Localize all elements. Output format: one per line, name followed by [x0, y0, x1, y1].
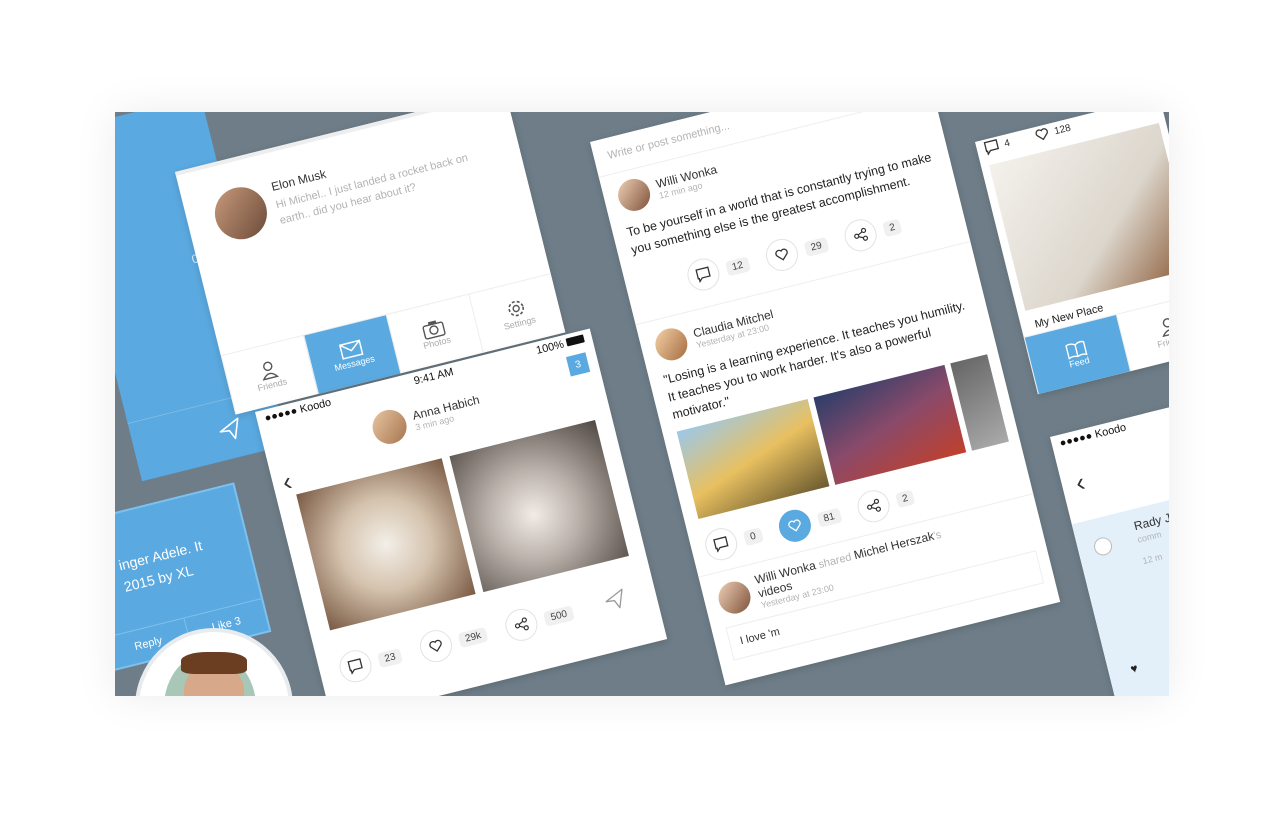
share-suffix: 's	[932, 528, 943, 543]
battery-level: 100%	[534, 338, 566, 357]
send-icon[interactable]	[216, 415, 245, 444]
room-photo[interactable]	[989, 122, 1169, 311]
chat-thread: Rady Ja comm 12 m ♥	[1071, 483, 1169, 696]
send-icon[interactable]	[602, 586, 629, 613]
comment-button[interactable]	[701, 524, 741, 564]
comment-count: 0	[742, 526, 764, 546]
reaction-icon[interactable]	[1092, 535, 1114, 558]
notification-badge[interactable]: 3	[565, 352, 591, 377]
comment-button[interactable]	[683, 255, 723, 294]
heart-icon	[429, 639, 442, 652]
comment-count: 23	[376, 647, 404, 668]
like-button-active[interactable]	[775, 506, 814, 546]
battery-icon	[565, 334, 585, 347]
post-2: Claudia Mitchel Yesterday at 23:00 "Losi…	[651, 255, 1020, 564]
comment-icon	[347, 658, 363, 675]
share-icon	[515, 617, 530, 631]
carrier: Koodo	[1093, 421, 1128, 441]
signal-icon: ●●●●●	[263, 404, 299, 425]
share-count: 500	[543, 604, 575, 627]
heart-icon[interactable]: ♥	[1129, 661, 1139, 676]
signal-icon: ●●●●●	[1058, 429, 1094, 450]
right-feed-screen: 4 128 My New Place Feed Friends	[975, 112, 1169, 395]
chat-time: 12 m	[1141, 551, 1164, 567]
showcase-frame: 3 05:02 2 inger Adele. It 2015 by XL Rep…	[115, 112, 1169, 696]
back-icon[interactable]: ‹	[279, 466, 295, 498]
heart-icon	[774, 248, 788, 261]
share-count: 2	[894, 488, 916, 508]
claudia-avatar[interactable]	[651, 324, 691, 364]
clock: 9:41 AM	[412, 366, 455, 388]
right-chat-screen: ●●●●● Koodo ‹ Rady Ja comm 12 m ♥	[1050, 395, 1169, 696]
willi-avatar[interactable]	[614, 175, 654, 215]
share-button[interactable]	[853, 486, 893, 526]
chat-user[interactable]: Rady Ja	[1132, 509, 1169, 533]
message-item[interactable]: Elon Musk Hi Michel.. I just landed a ro…	[209, 129, 486, 245]
carrier: Koodo	[298, 396, 333, 416]
share-icon	[866, 498, 881, 512]
back-icon[interactable]: ‹	[1072, 466, 1088, 498]
comment-icon	[694, 266, 711, 284]
share-count: 2	[881, 218, 903, 237]
heart-icon[interactable]	[1033, 126, 1050, 143]
like-count: 29	[803, 236, 830, 257]
like-count: 81	[815, 507, 843, 528]
person-icon	[1162, 318, 1169, 338]
share-button[interactable]	[841, 215, 880, 255]
cat-photo-2[interactable]	[449, 419, 629, 593]
adele-text: inger Adele. It 2015 by XL	[116, 537, 204, 595]
cat-photo-1[interactable]	[296, 458, 476, 631]
like-button[interactable]	[762, 235, 802, 275]
like-count: 128	[1053, 122, 1072, 137]
comment-count: 12	[724, 255, 751, 277]
anna-avatar[interactable]	[368, 406, 411, 448]
elon-avatar	[209, 181, 273, 245]
comment-icon[interactable]	[983, 139, 1000, 156]
like-count: 29k	[457, 626, 489, 648]
comment-button[interactable]	[336, 646, 375, 686]
comment-icon	[713, 536, 729, 553]
share-icon	[853, 227, 868, 241]
heart-icon	[787, 519, 801, 532]
like-button[interactable]	[416, 626, 456, 666]
compose-input[interactable]: Write or post something...	[606, 120, 730, 162]
willi-avatar[interactable]	[715, 578, 754, 617]
share-button[interactable]	[502, 605, 542, 645]
comment-count: 4	[1003, 137, 1012, 150]
